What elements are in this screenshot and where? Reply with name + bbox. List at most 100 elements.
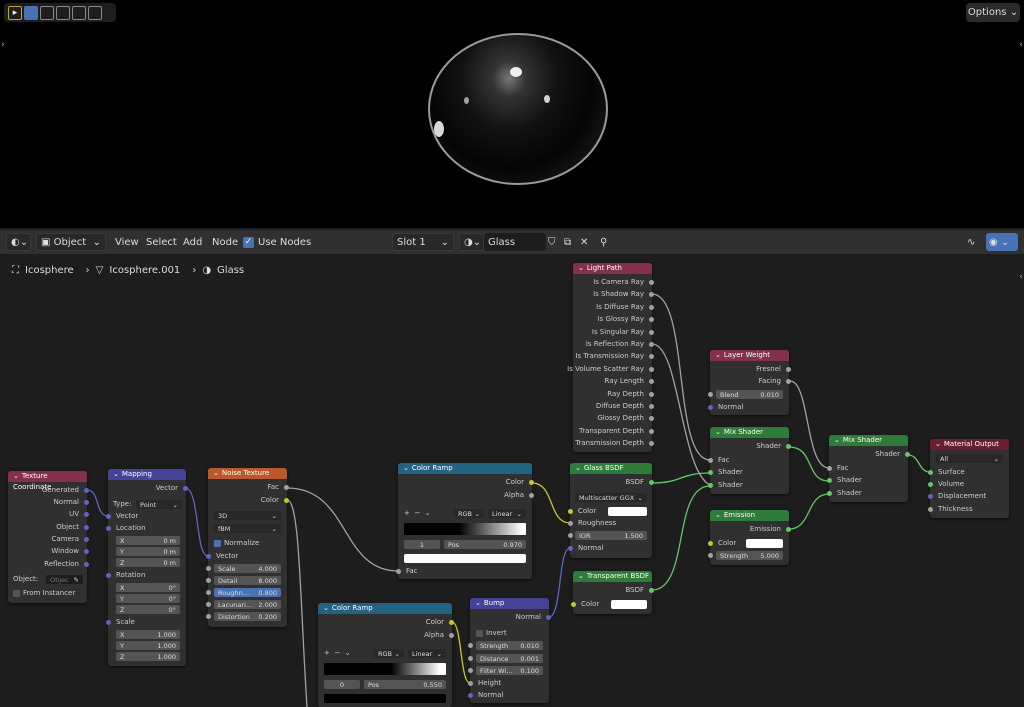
node-bump[interactable]: ⌄ Bump Normal Invert Strength 0.010 Distan… (468, 598, 551, 703)
socket[interactable] (106, 526, 111, 531)
node-layer-weight[interactable]: ⌄ Layer Weight Fresnel Facing Blend 0.010 … (708, 350, 791, 415)
socket[interactable] (905, 452, 910, 457)
node-glass-bsdf[interactable]: ⌄ Glass BSDF BSDF Multiscatter GGX ⌄ Color… (568, 463, 654, 558)
socket[interactable] (84, 549, 89, 554)
socket[interactable] (708, 470, 713, 475)
socket[interactable] (206, 554, 211, 559)
socket[interactable] (827, 491, 832, 496)
from-instancer-checkbox[interactable]: From Instancer (13, 589, 75, 598)
add-remove-stop-icons[interactable]: + − ⌄ (324, 649, 351, 658)
strength-field[interactable]: Strength 0.010 (476, 641, 543, 650)
use-nodes-toggle[interactable]: ✓ Use Nodes (243, 233, 311, 251)
socket[interactable] (106, 514, 111, 519)
socket[interactable] (529, 480, 534, 485)
socket[interactable] (468, 681, 473, 686)
socket[interactable] (649, 304, 654, 310)
node-mapping[interactable]: ⌄ Mapping Vector Type: Point ⌄ Vector Loca… (106, 469, 188, 666)
socket[interactable] (649, 404, 654, 409)
color-mode-dropdown[interactable]: RGB ⌄ (374, 649, 404, 658)
material-name-field[interactable]: Glass (484, 233, 546, 251)
socket[interactable] (84, 525, 89, 530)
ramp-gradient[interactable] (324, 663, 446, 675)
select-invert-icon[interactable] (72, 5, 86, 20)
socket[interactable] (649, 391, 654, 397)
socket[interactable] (106, 620, 111, 625)
socket[interactable] (183, 486, 188, 491)
location-z-field[interactable]: Z0 m (116, 558, 180, 567)
socket[interactable] (206, 614, 211, 619)
unlink-x-icon[interactable]: ✕ (580, 233, 594, 251)
socket[interactable] (84, 488, 89, 493)
select-subtract-icon[interactable] (56, 5, 70, 20)
node-light-path[interactable]: ⌄ Light Path Is Camera Ray Is Shadow Ray Is… (567, 263, 654, 452)
color-mode-dropdown[interactable]: RGB ⌄ (454, 509, 484, 518)
lacunarity-field[interactable]: Lacunari… 2.000 (214, 600, 281, 609)
menu-add[interactable]: Add (183, 233, 202, 251)
socket[interactable] (84, 562, 89, 567)
socket[interactable] (568, 546, 573, 551)
noise-type-dropdown[interactable]: fBM ⌄ (214, 524, 281, 533)
object-picker-field[interactable]: Objec ✎ (46, 575, 83, 584)
emission-color-swatch[interactable] (746, 539, 783, 548)
node-mix-shader-1[interactable]: ⌄ Mix Shader Shader Fac Shader Shader (708, 427, 791, 494)
socket[interactable] (529, 493, 534, 498)
menu-node[interactable]: Node (212, 233, 238, 251)
node-emission[interactable]: ⌄ Emission Emission Color Strength 5.000 (708, 510, 791, 565)
socket[interactable] (649, 280, 654, 285)
socket[interactable] (649, 480, 654, 485)
select-extend-icon[interactable] (40, 5, 54, 20)
socket[interactable] (827, 478, 832, 483)
strength-field[interactable]: Strength 5.000 (716, 551, 783, 560)
socket[interactable] (568, 533, 573, 538)
rotation-y-field[interactable]: Y 0° (116, 594, 180, 603)
scale-z-field[interactable]: Z 1.000 (116, 652, 180, 661)
node-material-output[interactable]: ⌄ Material Output All ⌄ Surface Volume Dis… (928, 439, 1009, 518)
socket[interactable] (284, 498, 289, 503)
socket[interactable] (786, 367, 791, 372)
socket[interactable] (649, 342, 654, 347)
socket[interactable] (649, 588, 654, 593)
socket[interactable] (106, 573, 111, 578)
ior-field[interactable]: IOR 1.500 (575, 531, 647, 540)
location-y-field[interactable]: Y0 m (116, 547, 180, 556)
socket[interactable] (649, 329, 654, 335)
socket[interactable] (827, 466, 832, 471)
target-dropdown[interactable]: All ⌄ (936, 454, 1003, 463)
socket[interactable] (928, 507, 933, 512)
filter-width-field[interactable]: Filter Wi… 0.100 (476, 666, 543, 675)
scale-field[interactable]: Scale 4.000 (214, 564, 281, 573)
socket[interactable] (928, 482, 933, 487)
socket[interactable] (649, 292, 654, 298)
ramp-gradient[interactable] (404, 523, 526, 535)
node-texture-coordinate[interactable]: ⌄ Texture Coordinate Generated Normal UV … (8, 471, 89, 603)
socket[interactable] (468, 656, 473, 661)
invert-checkbox[interactable]: Invert (476, 629, 507, 638)
socket[interactable] (449, 633, 454, 638)
glass-color-swatch[interactable] (608, 507, 647, 516)
material-browse-button[interactable]: ◑ ⌄ (459, 233, 484, 251)
interpolation-dropdown[interactable]: Linear ⌄ (408, 649, 446, 658)
socket[interactable] (84, 512, 89, 517)
menu-view[interactable]: View (115, 233, 139, 251)
socket[interactable] (449, 620, 454, 625)
socket[interactable] (568, 509, 573, 514)
editor-type-selector[interactable]: ◐ ⌄ (6, 233, 31, 251)
blend-field[interactable]: Blend 0.010 (716, 390, 783, 399)
distance-field[interactable]: Distance 0.001 (476, 654, 543, 663)
duplicate-material-icon[interactable]: ⧉ (564, 233, 578, 251)
socket[interactable] (206, 566, 211, 571)
socket[interactable] (84, 537, 89, 542)
socket[interactable] (649, 379, 654, 385)
socket[interactable] (928, 494, 933, 499)
socket[interactable] (84, 500, 89, 505)
stop-index-field[interactable]: 1 (404, 540, 440, 549)
node-transparent-bsdf[interactable]: ⌄ Transparent BSDF BSDF Color (571, 571, 654, 614)
socket[interactable] (928, 470, 933, 475)
type-dropdown[interactable]: Point ⌄ (136, 500, 182, 509)
object-mode-dropdown[interactable]: ▣ Object ⌄ (36, 233, 106, 251)
fake-user-shield-icon[interactable]: ⛉ (548, 233, 562, 251)
socket[interactable] (649, 441, 654, 447)
stop-color-swatch[interactable] (404, 554, 526, 563)
socket[interactable] (396, 569, 401, 574)
roughness-field[interactable]: Roughn… 0.800 (214, 588, 281, 597)
